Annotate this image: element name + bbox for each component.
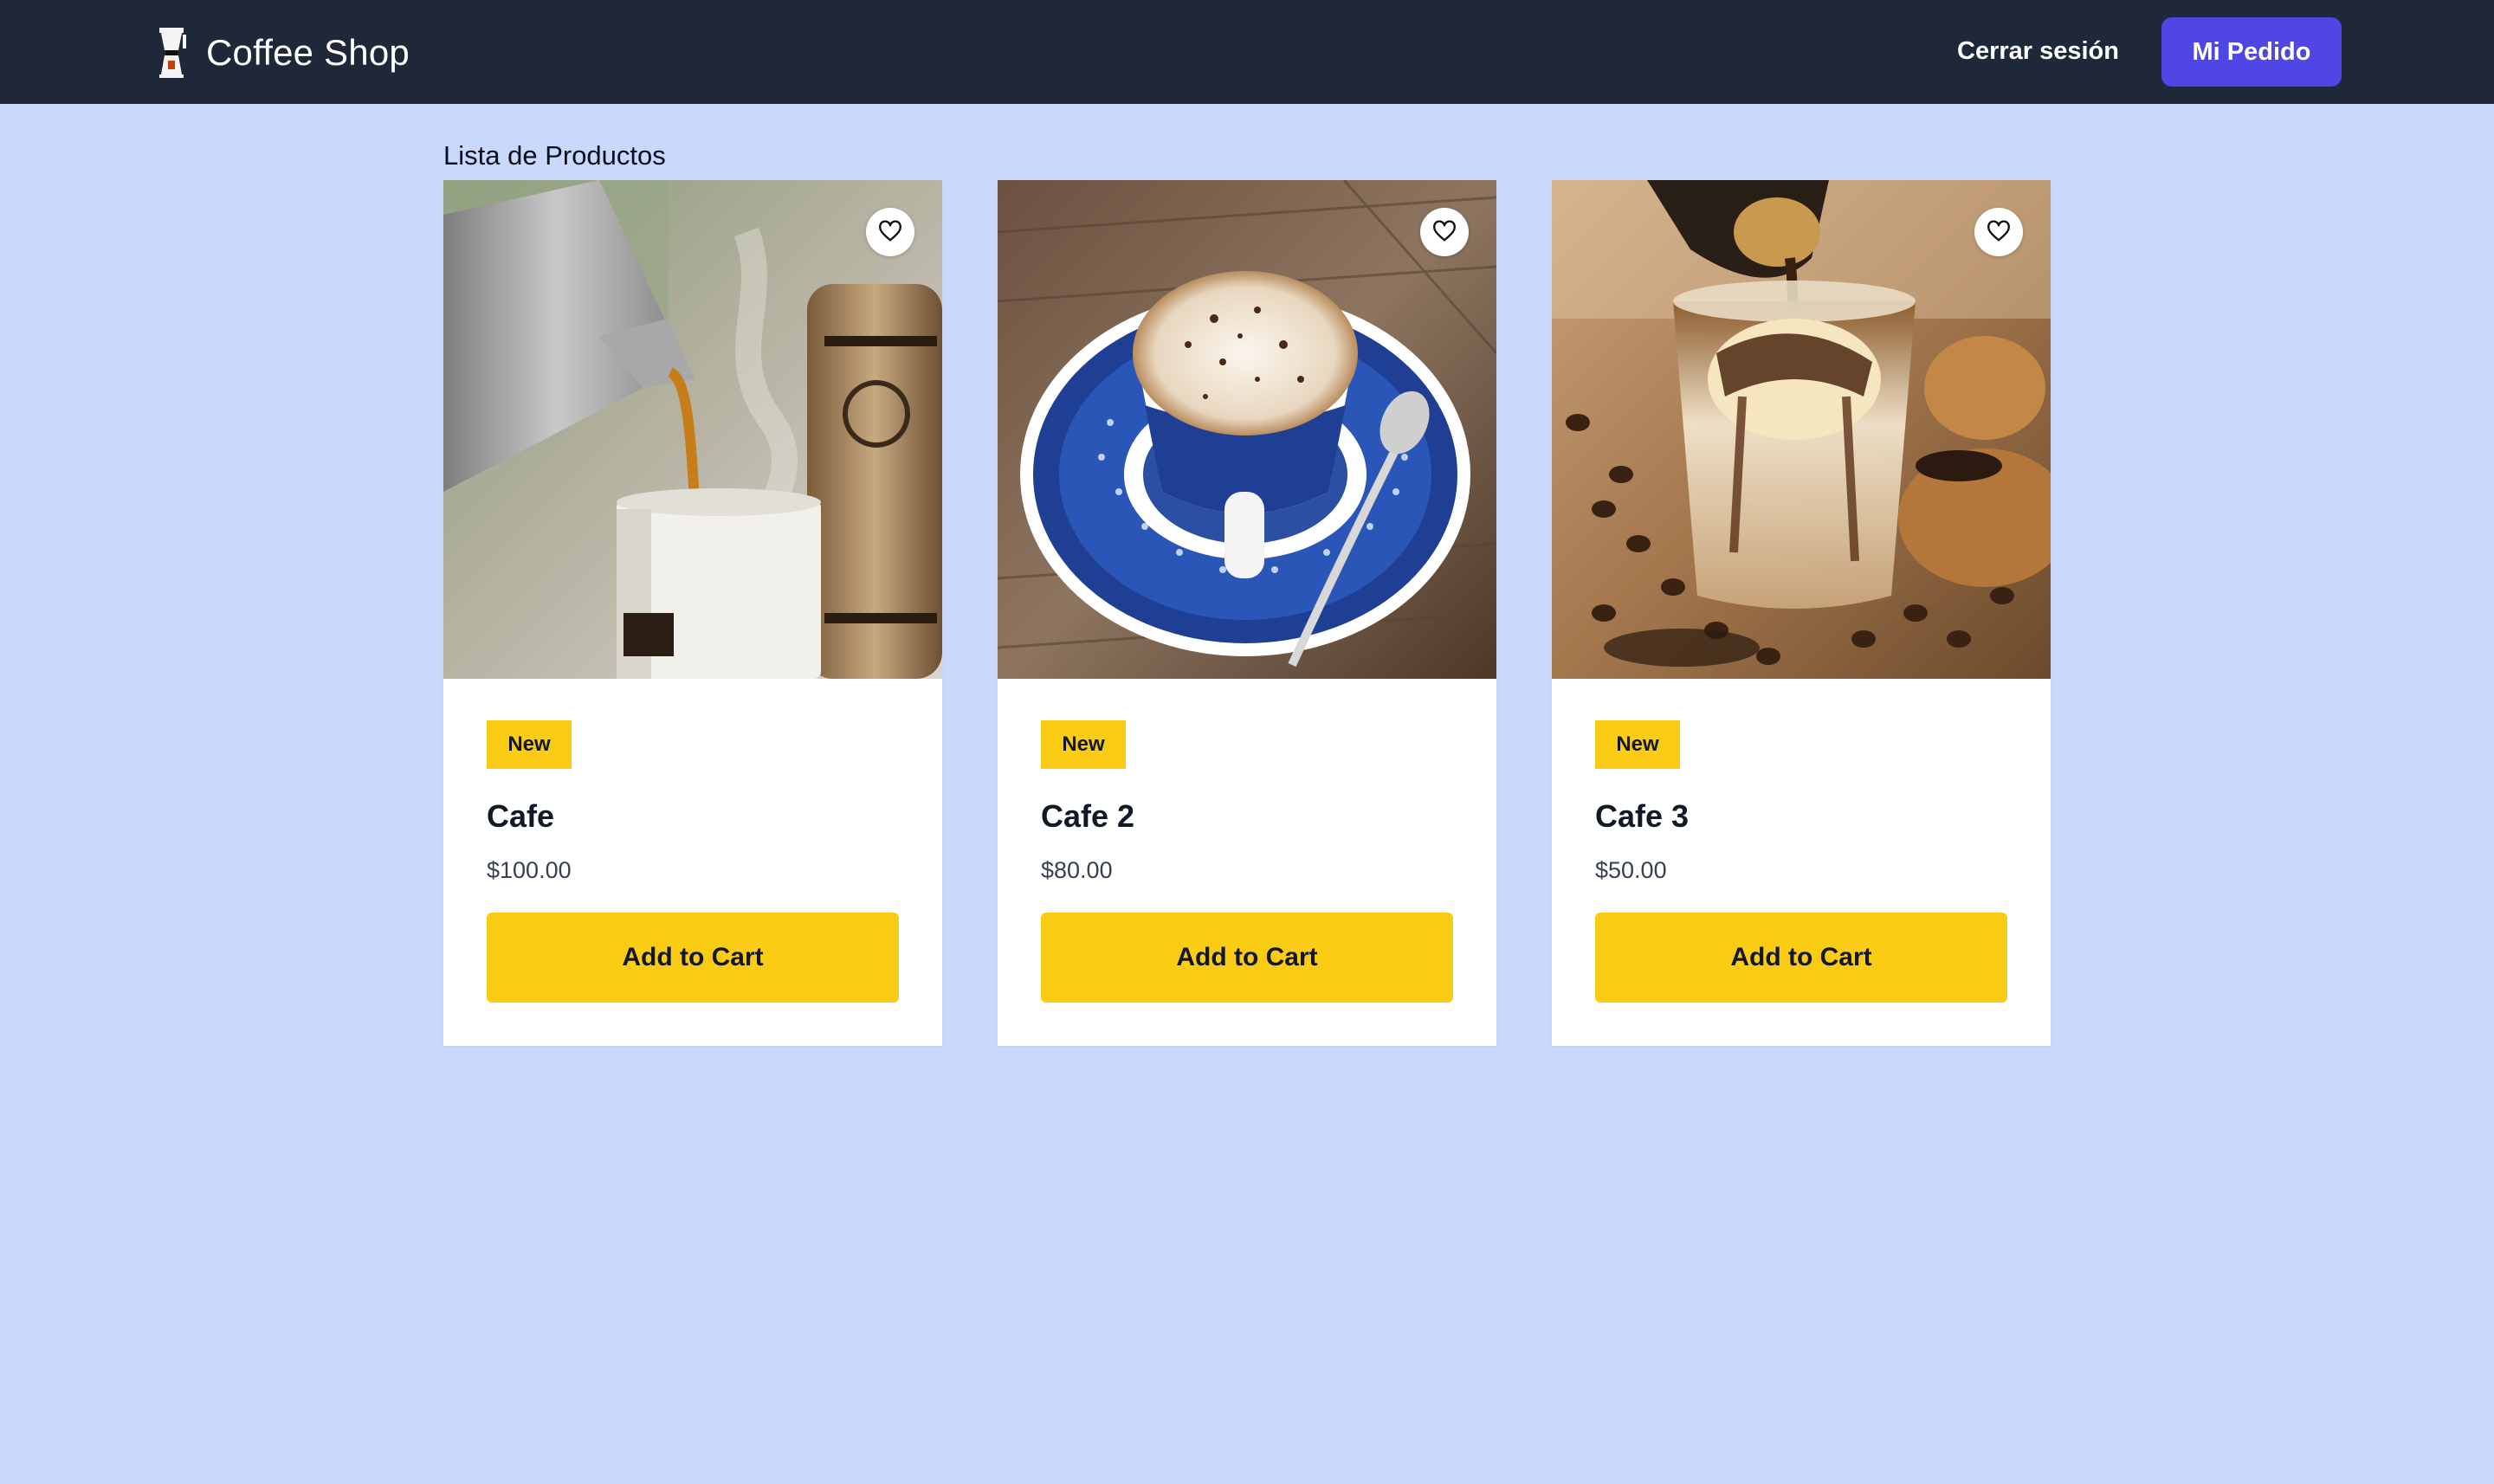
heart-icon bbox=[1433, 220, 1456, 242]
product-name: Cafe bbox=[487, 798, 555, 834]
add-to-cart-button[interactable]: Add to Cart bbox=[487, 913, 899, 1003]
coffee-pouring-photo bbox=[443, 180, 942, 679]
product-price: $50.00 bbox=[1595, 857, 1667, 883]
new-badge: New bbox=[487, 720, 572, 769]
product-image bbox=[443, 180, 942, 679]
new-badge: New bbox=[1041, 720, 1126, 769]
logout-link[interactable]: Cerrar sesión bbox=[1957, 31, 2119, 71]
navbar: Coffee Shop Cerrar sesión Mi Pedido bbox=[0, 0, 2494, 104]
product-card: New Cafe 2 $80.00 Add to Cart bbox=[998, 180, 1496, 1046]
cappuccino-cup-photo bbox=[998, 180, 1496, 679]
product-image bbox=[998, 180, 1496, 679]
my-order-button[interactable]: Mi Pedido bbox=[2161, 17, 2342, 87]
page-title: Lista de Productos bbox=[443, 140, 666, 171]
product-name: Cafe 2 bbox=[1041, 798, 1135, 834]
product-price: $100.00 bbox=[487, 857, 572, 883]
product-card: New Cafe $100.00 Add to Cart bbox=[443, 180, 942, 1046]
brand-name: Coffee Shop bbox=[206, 32, 410, 73]
heart-icon bbox=[879, 220, 901, 242]
product-card: New Cafe 3 $50.00 Add to Cart bbox=[1552, 180, 2051, 1046]
add-to-cart-button[interactable]: Add to Cart bbox=[1595, 913, 2007, 1003]
new-badge: New bbox=[1595, 720, 1680, 769]
favorite-button[interactable] bbox=[1420, 208, 1469, 256]
product-price: $80.00 bbox=[1041, 857, 1113, 883]
coffee-maker-icon bbox=[159, 28, 186, 78]
add-to-cart-button[interactable]: Add to Cart bbox=[1041, 913, 1453, 1003]
brand[interactable]: Coffee Shop bbox=[154, 26, 410, 80]
heart-icon bbox=[1987, 220, 2010, 242]
affogato-glass-photo bbox=[1552, 180, 2051, 679]
product-image bbox=[1552, 180, 2051, 679]
favorite-button[interactable] bbox=[1974, 208, 2023, 256]
product-name: Cafe 3 bbox=[1595, 798, 1690, 834]
favorite-button[interactable] bbox=[866, 208, 914, 256]
